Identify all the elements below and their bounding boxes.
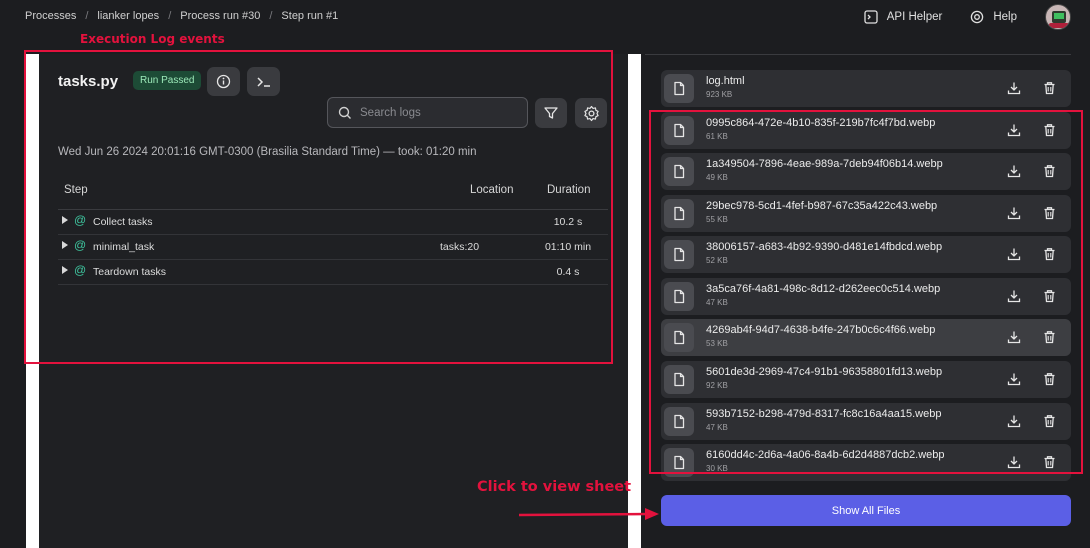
show-all-files-button[interactable]: Show All Files xyxy=(661,495,1071,526)
divider xyxy=(645,54,1071,55)
annotation-box-files xyxy=(649,110,1083,474)
file-name: log.html xyxy=(706,75,745,87)
breadcrumb: Processes / lianker lopes / Process run … xyxy=(25,10,338,22)
terminal-icon xyxy=(864,10,878,24)
help-button[interactable]: Help xyxy=(970,10,1017,24)
breadcrumb-separator: / xyxy=(168,10,172,22)
file-size: 923 KB xyxy=(706,90,733,99)
avatar-screen xyxy=(1054,13,1064,19)
breadcrumb-process[interactable]: lianker lopes xyxy=(97,10,159,22)
breadcrumb-processes[interactable]: Processes xyxy=(25,10,76,22)
trash-icon[interactable] xyxy=(1043,81,1056,95)
annotation-execution-log: Execution Log events xyxy=(80,32,225,46)
api-helper-label: API Helper xyxy=(886,11,943,23)
avatar[interactable] xyxy=(1045,4,1071,30)
breadcrumb-separator: / xyxy=(85,10,89,22)
breadcrumb-step-run: Step run #1 xyxy=(281,10,339,22)
help-label: Help xyxy=(993,11,1017,23)
api-helper-button[interactable]: API Helper xyxy=(864,10,943,24)
annotation-click-sheet: Click to view sheet xyxy=(477,479,632,495)
middle-gutter xyxy=(628,54,641,548)
breadcrumb-process-run[interactable]: Process run #30 xyxy=(180,10,260,22)
top-bar: Processes / lianker lopes / Process run … xyxy=(0,0,1090,34)
breadcrumb-separator: / xyxy=(269,10,273,22)
file-item[interactable]: log.html 923 KB xyxy=(661,70,1071,107)
annotation-arrow-icon xyxy=(518,508,659,520)
help-icon xyxy=(971,10,984,24)
file-icon xyxy=(664,74,694,103)
annotation-box-execution-log xyxy=(24,50,613,364)
avatar-base xyxy=(1049,23,1069,28)
download-icon[interactable] xyxy=(1007,81,1021,95)
